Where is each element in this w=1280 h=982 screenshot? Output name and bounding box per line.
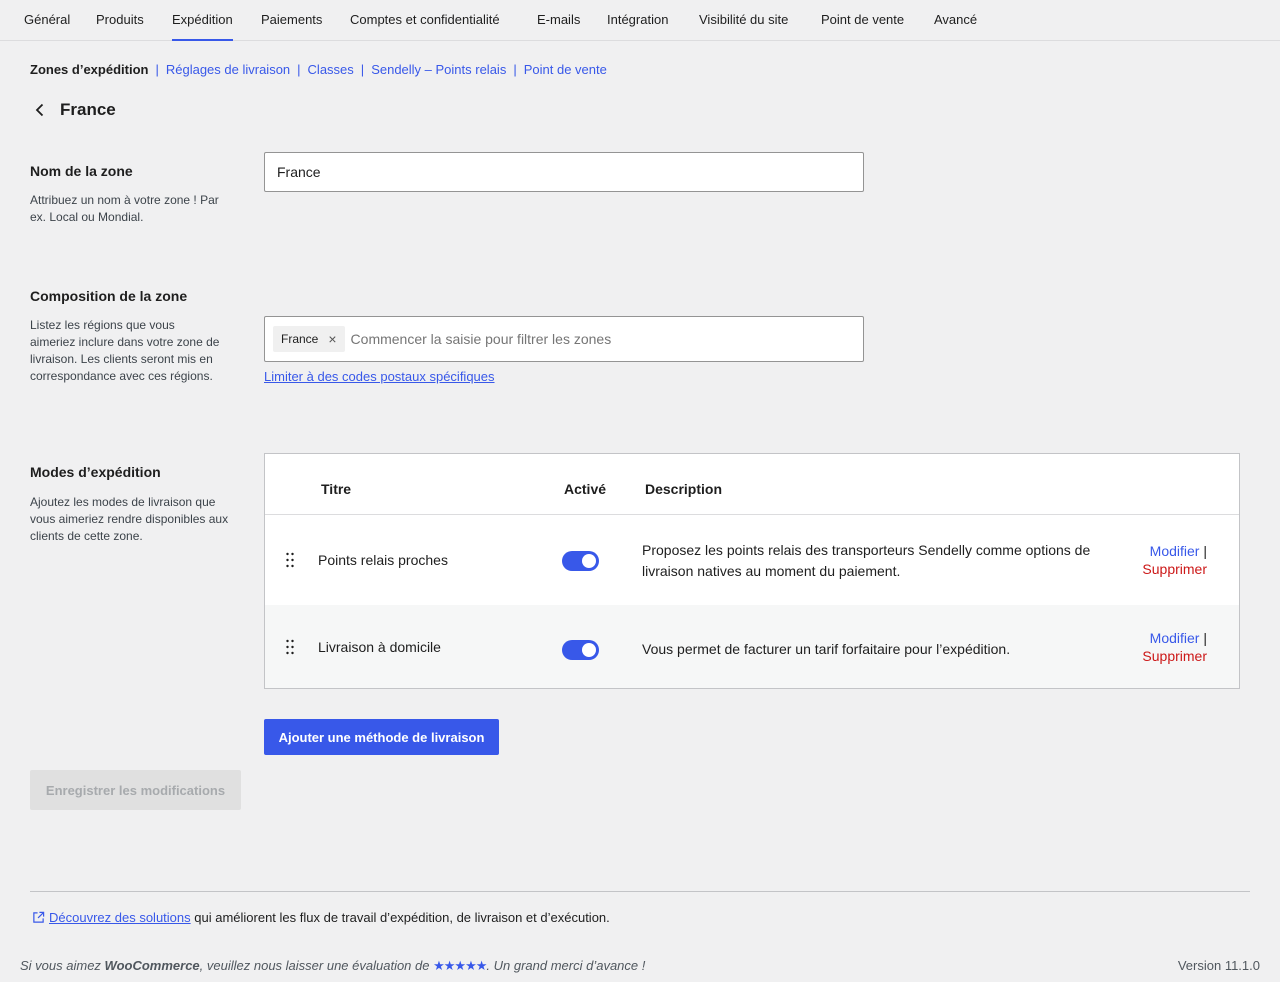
column-header-description: Description [645, 481, 723, 497]
method-enabled-toggle[interactable] [562, 551, 599, 571]
shipping-methods-label: Modes d’expédition [30, 464, 161, 480]
table-row: Livraison à domicile Vous permet de fact… [265, 605, 1239, 688]
shipping-subnav: Zones d’expédition | Réglages de livraison… [30, 62, 607, 80]
region-search-input[interactable] [348, 330, 813, 348]
table-header: Titre Activé Description [265, 454, 1239, 515]
actions-separator: | [1203, 543, 1207, 559]
method-actions: Modifier | Supprimer [1087, 542, 1207, 578]
shipping-methods-help: Ajoutez les modes de livraison que vous … [30, 495, 229, 543]
tab-shipping[interactable]: Expédition [172, 0, 233, 41]
delete-method-link[interactable]: Supprimer [1142, 561, 1207, 577]
version-label: Version 11.1.0 [1177, 958, 1260, 973]
zone-regions-label: Composition de la zone [30, 288, 188, 304]
subnav-link-sendelly-relay-points[interactable]: Sendelly – Points relais [371, 62, 506, 77]
subnav-separator: | [297, 62, 301, 77]
tab-payments[interactable]: Paiements [261, 0, 322, 40]
discover-suffix: qui améliorent les flux de travail d’exp… [190, 910, 610, 925]
limit-postcodes-link[interactable]: Limiter à des codes postaux spécifiques [264, 369, 495, 384]
tab-advanced[interactable]: Avancé [934, 0, 977, 40]
zone-name-input[interactable] [264, 152, 864, 192]
footer-brand: WooCommerce [104, 958, 200, 973]
region-token: France × [273, 326, 345, 352]
subnav-current-zones: Zones d’expédition [30, 62, 149, 77]
tab-point-of-sale[interactable]: Point de vente [821, 0, 904, 40]
method-title: Livraison à domicile [318, 639, 441, 655]
tab-site-visibility[interactable]: Visibilité du site [699, 0, 788, 40]
column-header-title: Titre [321, 481, 352, 497]
discover-text: Découvrez des solutions qui améliorent l… [49, 910, 610, 925]
footer-rating-text: Si vous aimez WooCommerce, veuillez nous… [20, 958, 645, 974]
tab-integration[interactable]: Intégration [607, 0, 668, 40]
subnav-link-classes[interactable]: Classes [308, 62, 354, 77]
rating-stars-link[interactable]: ★★★★★ [433, 958, 487, 973]
chevron-left-icon[interactable] [30, 100, 50, 120]
subnav-link-delivery-settings[interactable]: Réglages de livraison [166, 62, 290, 77]
close-icon[interactable]: × [328, 332, 336, 346]
discover-solutions-link[interactable]: Découvrez des solutions [49, 910, 191, 925]
footer-middle: , veuillez nous laisser une évaluation d… [199, 958, 434, 973]
edit-method-link[interactable]: Modifier [1150, 630, 1200, 646]
tab-emails[interactable]: E-mails [537, 0, 580, 40]
table-row: Points relais proches Proposez les point… [265, 515, 1239, 605]
drag-handle-icon[interactable] [285, 639, 295, 655]
method-description: Vous permet de facturer un tarif forfait… [642, 641, 1011, 657]
zone-regions-help: Listez les régions que vous aimeriez inc… [30, 318, 220, 383]
footer-suffix: . Un grand merci d’avance ! [486, 958, 646, 973]
subnav-link-point-of-sale[interactable]: Point de vente [524, 62, 607, 77]
toggle-knob [582, 554, 596, 568]
region-token-label: France [281, 332, 319, 346]
toggle-knob [582, 643, 596, 657]
method-title: Points relais proches [318, 552, 448, 568]
method-enabled-toggle[interactable] [562, 640, 599, 660]
tab-accounts-privacy[interactable]: Comptes et confidentialité [350, 0, 500, 40]
tab-general[interactable]: Général [24, 0, 70, 40]
zone-regions-field[interactable]: France × [264, 316, 864, 362]
add-shipping-method-button[interactable]: Ajouter une méthode de livraison [264, 719, 499, 755]
page-header: France [30, 98, 116, 122]
save-changes-button[interactable]: Enregistrer les modifications [30, 770, 241, 810]
subnav-separator: | [155, 62, 159, 77]
settings-tabs: Général Produits Expédition Paiements Co… [0, 0, 1280, 41]
zone-name-label: Nom de la zone [30, 163, 133, 179]
method-actions: Modifier | Supprimer [1087, 629, 1207, 665]
page-title: France [60, 100, 116, 119]
actions-separator: | [1203, 630, 1207, 646]
subnav-separator: | [360, 62, 365, 77]
tab-products[interactable]: Produits [96, 0, 144, 40]
column-header-enabled: Activé [564, 481, 607, 497]
subnav-separator: | [513, 62, 517, 77]
external-link-icon [33, 911, 45, 923]
footer-prefix: Si vous aimez [20, 958, 105, 973]
zone-name-help: Attribuez un nom à votre zone ! Par ex. … [30, 193, 219, 224]
divider [30, 891, 1250, 892]
delete-method-link[interactable]: Supprimer [1142, 648, 1207, 664]
shipping-methods-table: Titre Activé Description Points relais p… [264, 453, 1240, 689]
method-description: Proposez les points relais des transport… [642, 542, 1091, 579]
edit-method-link[interactable]: Modifier [1150, 543, 1200, 559]
discover-solutions: Découvrez des solutions qui améliorent l… [32, 910, 610, 925]
drag-handle-icon[interactable] [285, 552, 295, 568]
